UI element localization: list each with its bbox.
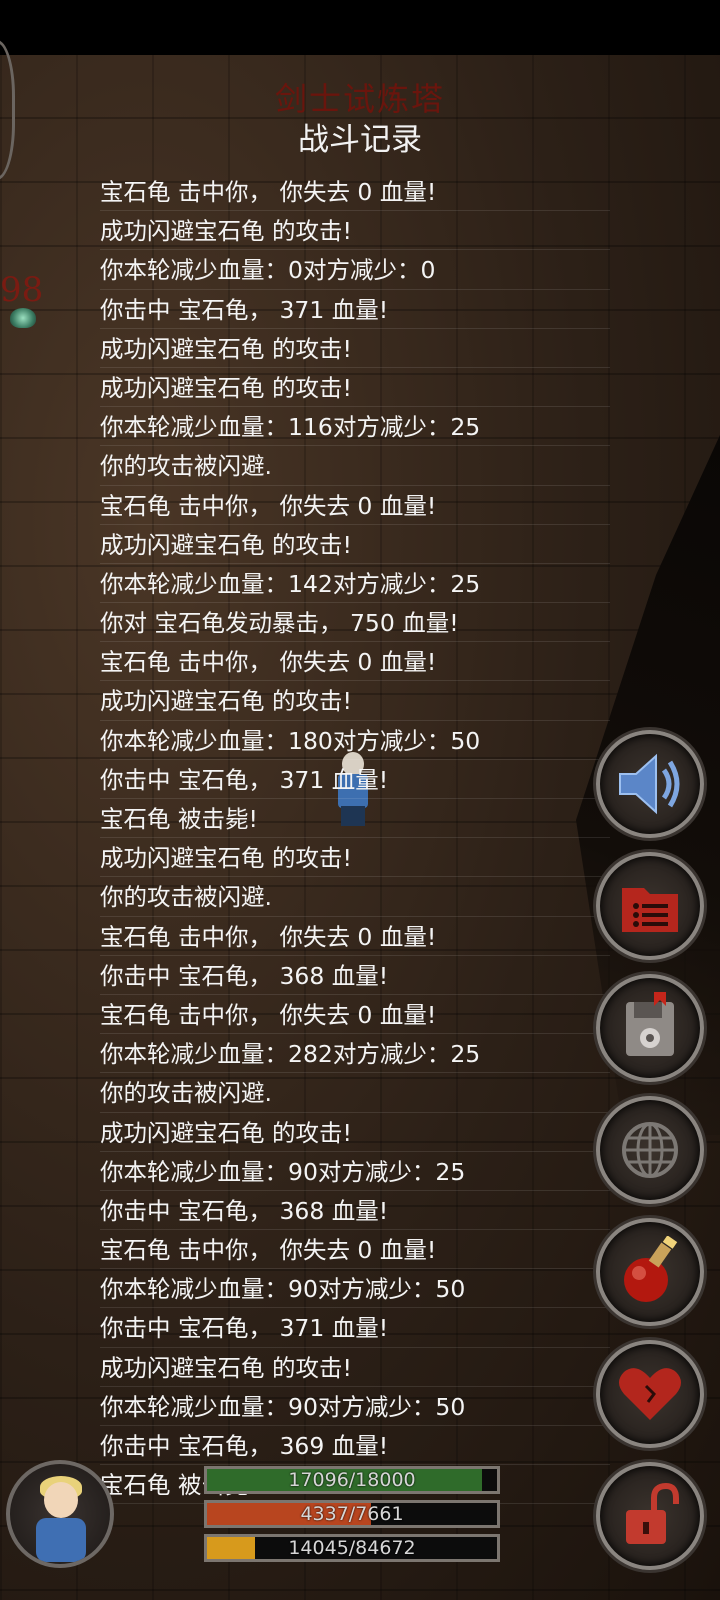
battle-log-line: 你的攻击被闪避. [100, 1073, 610, 1113]
battle-log-line: 成功闪避宝石龟 的攻击! [100, 1348, 610, 1387]
menu-button[interactable] [596, 852, 704, 960]
battle-log-line: 宝石龟 被击毙! [100, 799, 610, 839]
battle-log-line: 你击中 宝石龟， 371 血量! [100, 760, 610, 799]
battle-log-line: 宝石龟 击中你， 你失去 0 血量! [100, 917, 610, 956]
sound-button[interactable] [596, 730, 704, 838]
battle-log[interactable]: 宝石龟 击中你， 你失去 0 血量! 成功闪避宝石龟 的攻击! 你本轮减少血量：0对… [100, 172, 610, 1505]
lock-button[interactable] [596, 1462, 704, 1570]
speaker-icon [619, 753, 680, 815]
mp-bar-label: 4337/7661 [300, 1503, 404, 1525]
battle-log-line: 你的攻击被闪避. [100, 446, 610, 486]
potion-icon [624, 1236, 678, 1302]
battle-log-line: 你击中 宝石龟， 371 血量! [100, 1308, 610, 1348]
battle-log-line: 你本轮减少血量：90对方减少：50 [100, 1387, 610, 1426]
battle-log-line: 你击中 宝石龟， 371 血量! [100, 290, 610, 329]
battle-log-title: 战斗记录 [298, 122, 422, 158]
exp-bar: 14045/84672 [204, 1534, 500, 1562]
battle-log-line: 你本轮减少血量：282对方减少：25 [100, 1034, 610, 1074]
battle-log-line: 成功闪避宝石龟 的攻击! [100, 329, 610, 368]
battle-log-line: 你本轮减少血量：0对方减少：0 [100, 250, 610, 290]
status-bars: 17096/18000 4337/7661 14045/84672 [204, 1466, 500, 1568]
battle-log-line: 你本轮减少血量：90对方减少：50 [100, 1269, 610, 1309]
world-button[interactable] [596, 1096, 704, 1204]
avatar-torso [36, 1518, 86, 1562]
battle-log-line: 成功闪避宝石龟 的攻击! [100, 211, 610, 251]
battle-log-line: 宝石龟 击中你， 你失去 0 血量! [100, 995, 610, 1035]
mp-bar: 4337/7661 [204, 1500, 500, 1528]
hp-bar: 17096/18000 [204, 1466, 500, 1494]
save-button[interactable] [596, 974, 704, 1082]
exp-bar-label: 14045/84672 [288, 1537, 416, 1559]
player-avatar[interactable] [6, 1460, 114, 1568]
battle-log-line: 成功闪避宝石龟 的攻击! [100, 681, 610, 721]
globe-icon [622, 1122, 678, 1178]
potion-button[interactable] [596, 1218, 704, 1326]
battle-log-line: 宝石龟 击中你， 你失去 0 血量! [100, 172, 610, 212]
enemy-level-text: 98 [0, 270, 44, 310]
battle-log-line: 你击中 宝石龟， 368 血量! [100, 1191, 610, 1231]
save-disk-icon [626, 992, 674, 1056]
battle-log-line: 宝石龟 击中你， 你失去 0 血量! [100, 486, 610, 525]
battle-log-line: 宝石龟 击中你， 你失去 0 血量! [100, 642, 610, 682]
battle-log-line: 你本轮减少血量：180对方减少：50 [100, 721, 610, 760]
hp-bar-label: 17096/18000 [288, 1469, 416, 1491]
heal-button[interactable] [596, 1340, 704, 1448]
turtle-icon[interactable] [10, 308, 36, 328]
battle-log-line: 成功闪避宝石龟 的攻击! [100, 525, 610, 564]
battle-log-line: 成功闪避宝石龟 的攻击! [100, 838, 610, 878]
battle-log-line: 你击中 宝石龟， 368 血量! [100, 956, 610, 995]
battle-log-line: 你对 宝石龟发动暴击， 750 血量! [100, 603, 610, 643]
battle-log-line: 你的攻击被闪避. [100, 877, 610, 917]
battle-log-line: 你本轮减少血量：90对方减少：25 [100, 1152, 610, 1191]
battle-log-line: 你本轮减少血量：116对方减少：25 [100, 407, 610, 447]
battle-log-line: 成功闪避宝石龟 的攻击! [100, 1113, 610, 1152]
battle-log-line: 成功闪避宝石龟 的攻击! [100, 368, 610, 408]
battle-log-line: 你本轮减少血量：142对方减少：25 [100, 564, 610, 604]
heart-icon [619, 1368, 681, 1420]
system-status-bar [0, 0, 720, 55]
unlock-icon [626, 1482, 679, 1544]
battle-log-line: 你击中 宝石龟， 369 血量! [100, 1426, 610, 1466]
avatar-face [44, 1482, 78, 1518]
menu-list-icon [622, 888, 678, 932]
battle-log-line: 宝石龟 击中你， 你失去 0 血量! [100, 1230, 610, 1270]
